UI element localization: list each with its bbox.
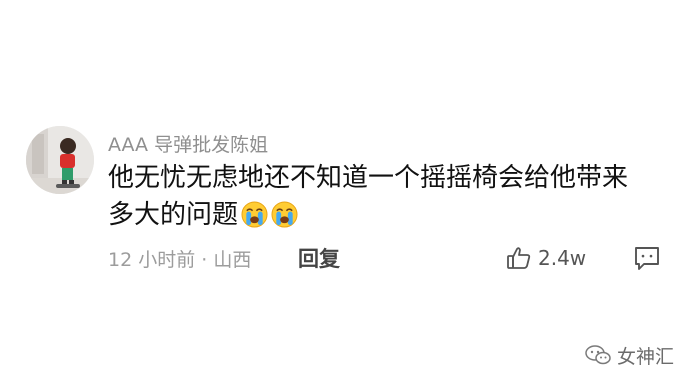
reply-button[interactable]: 回复 — [298, 243, 340, 273]
watermark-text: 女神汇 — [617, 345, 675, 368]
time-location: 12 小时前 · 山西 — [108, 249, 252, 271]
crying-face-emoji-icon — [241, 201, 268, 228]
watermark: 女神汇 — [585, 340, 674, 370]
username[interactable]: AAA 导弹批发陈姐 — [108, 130, 268, 157]
comment-body: 他无忧无虑地还不知道一个摇摇椅会给他带来多大的问题 — [108, 160, 653, 234]
crying-face-emoji-icon — [271, 201, 298, 228]
avatar[interactable] — [26, 126, 94, 194]
wechat-icon — [585, 345, 611, 365]
comment-bubble-icon[interactable] — [632, 243, 662, 273]
thumbs-up-icon — [507, 247, 531, 269]
child-photo-avatar-icon — [26, 126, 94, 194]
like-button[interactable]: 2.4w — [506, 241, 586, 275]
comment-item: AAA 导弹批发陈姐 他无忧无虑地还不知道一个摇摇椅会给他带来多大的问题 12 … — [0, 0, 690, 388]
comment-text: 他无忧无虑地还不知道一个摇摇椅会给他带来多大的问题 — [108, 163, 629, 230]
like-count: 2.4w — [538, 246, 587, 270]
